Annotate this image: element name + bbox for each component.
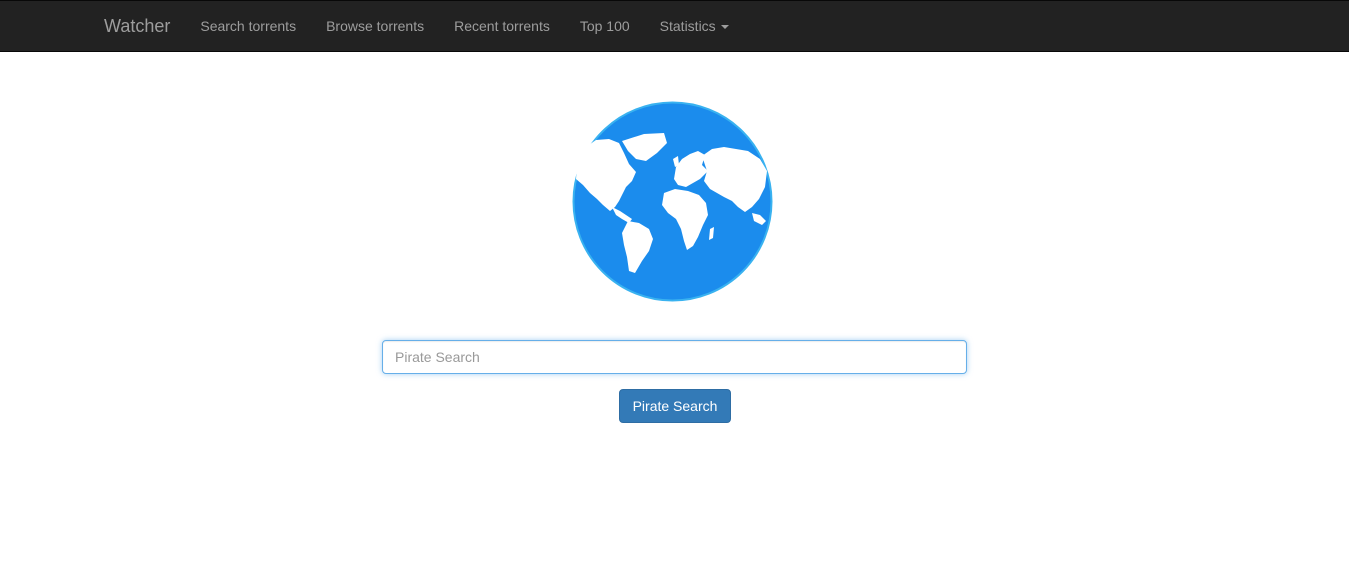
nav-top-100[interactable]: Top 100: [565, 1, 645, 52]
caret-down-icon: [720, 25, 729, 30]
globe-icon: [572, 101, 773, 302]
search-button[interactable]: Pirate Search: [619, 389, 731, 423]
nav-recent-torrents[interactable]: Recent torrents: [439, 1, 565, 52]
nav-search-torrents[interactable]: Search torrents: [185, 1, 311, 52]
brand-link[interactable]: Watcher: [89, 1, 185, 52]
top-navbar: Watcher Search torrents Browse torrents …: [0, 0, 1349, 52]
search-input[interactable]: [382, 340, 967, 374]
navbar-container: Watcher Search torrents Browse torrents …: [89, 1, 744, 52]
nav-browse-torrents[interactable]: Browse torrents: [311, 1, 439, 52]
nav-statistics-label: Statistics: [659, 18, 716, 34]
nav-statistics-dropdown[interactable]: Statistics: [645, 1, 744, 52]
